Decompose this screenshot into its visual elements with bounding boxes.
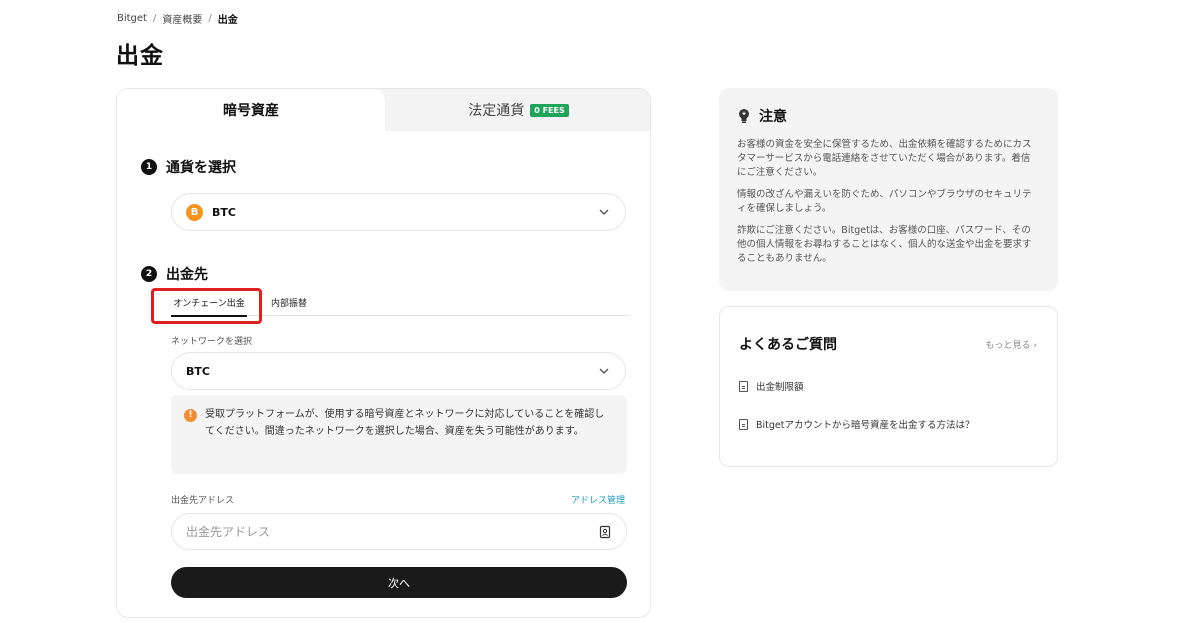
warning-icon: !	[184, 409, 197, 422]
next-button[interactable]: 次へ	[171, 567, 627, 598]
withdraw-card: 暗号資産 法定通貨 0 FEES 1 通貨を選択 B BTC 2 出金先 オンチ…	[116, 88, 651, 618]
tab-fiat[interactable]: 法定通貨 0 FEES	[385, 89, 650, 131]
notice-paragraph: 詐欺にご注意ください。Bitgetは、お客様の口座、パスワード、その他の個人情報…	[737, 225, 1032, 264]
tab-crypto-label: 暗号資産	[223, 103, 279, 119]
step-destination: 2 出金先	[141, 264, 208, 284]
step-title: 通貨を選択	[166, 160, 236, 176]
lightbulb-icon	[739, 109, 749, 123]
notice-paragraph: お客様の資金を安全に保管するため、出金依頼を確認するためにカスタマーサービスから…	[737, 139, 1032, 178]
notice-header: 注意	[737, 106, 1038, 126]
network-select[interactable]: BTC	[171, 352, 626, 390]
breadcrumb: Bitget / 資産概要 / 出金	[117, 11, 238, 26]
document-icon	[739, 418, 748, 430]
step-number: 1	[141, 159, 157, 175]
asset-type-tabs: 暗号資産 法定通貨 0 FEES	[117, 89, 650, 131]
tab-crypto[interactable]: 暗号資産	[117, 89, 385, 131]
address-placeholder: 出金先アドレス	[186, 525, 271, 539]
currency-value: BTC	[212, 205, 236, 219]
address-label: 出金先アドレス	[171, 496, 235, 506]
chevron-down-icon	[599, 209, 609, 215]
warning-text: 受取プラットフォームが、使用する暗号資産とネットワークに対応していることを確認し…	[205, 409, 605, 437]
notice-title: 注意	[759, 109, 787, 125]
chevron-right-icon: ›	[1033, 341, 1037, 351]
tab-internal-transfer[interactable]: 内部振替	[271, 296, 307, 309]
notice-card: 注意 お客様の資金を安全に保管するため、出金依頼を確認するためにカスタマーサービ…	[719, 88, 1058, 291]
currency-select[interactable]: B BTC	[171, 193, 626, 231]
chevron-down-icon	[599, 368, 609, 374]
faq-item[interactable]: 出金制限額	[739, 379, 804, 393]
document-icon	[739, 380, 748, 392]
faq-item[interactable]: Bitgetアカウントから暗号資産を出金する方法は？	[739, 417, 974, 431]
highlight-annotation	[151, 288, 262, 324]
faq-card: よくあるご質問 もっと見る › 出金制限額 Bitgetアカウントから暗号資産を…	[719, 306, 1058, 467]
faq-more-label: もっと見る	[985, 341, 1031, 351]
breadcrumb-separator: /	[208, 13, 212, 24]
breadcrumb-bitget[interactable]: Bitget	[117, 13, 147, 24]
step-select-currency: 1 通貨を選択	[141, 157, 236, 177]
network-warning: ! 受取プラットフォームが、使用する暗号資産とネットワークに対応していることを確…	[171, 395, 627, 474]
zero-fees-badge: 0 FEES	[530, 103, 569, 117]
step-number: 2	[141, 266, 157, 282]
network-value: BTC	[186, 364, 210, 378]
faq-more-link[interactable]: もっと見る ›	[986, 338, 1038, 351]
faq-item-label: 出金制限額	[756, 382, 804, 393]
address-input[interactable]: 出金先アドレス	[171, 513, 627, 550]
btc-coin-icon: B	[186, 203, 203, 221]
faq-item-label: Bitgetアカウントから暗号資産を出金する方法は？	[756, 420, 975, 431]
notice-paragraph: 情報の改ざんや漏えいを防ぐため、パソコンやブラウザのセキュリティを確保しましょう…	[737, 189, 1032, 214]
breadcrumb-separator: /	[152, 13, 157, 24]
address-management-link[interactable]: アドレス管理	[571, 493, 625, 506]
breadcrumb-assets[interactable]: 資産概要	[162, 11, 202, 26]
step-title: 出金先	[166, 267, 208, 283]
faq-title: よくあるご質問	[739, 337, 837, 353]
address-book-icon[interactable]	[598, 525, 612, 539]
breadcrumb-current: 出金	[217, 15, 238, 26]
page-title: 出金	[116, 43, 164, 69]
network-label: ネットワークを選択	[171, 337, 253, 347]
tab-fiat-label: 法定通貨	[468, 103, 525, 119]
